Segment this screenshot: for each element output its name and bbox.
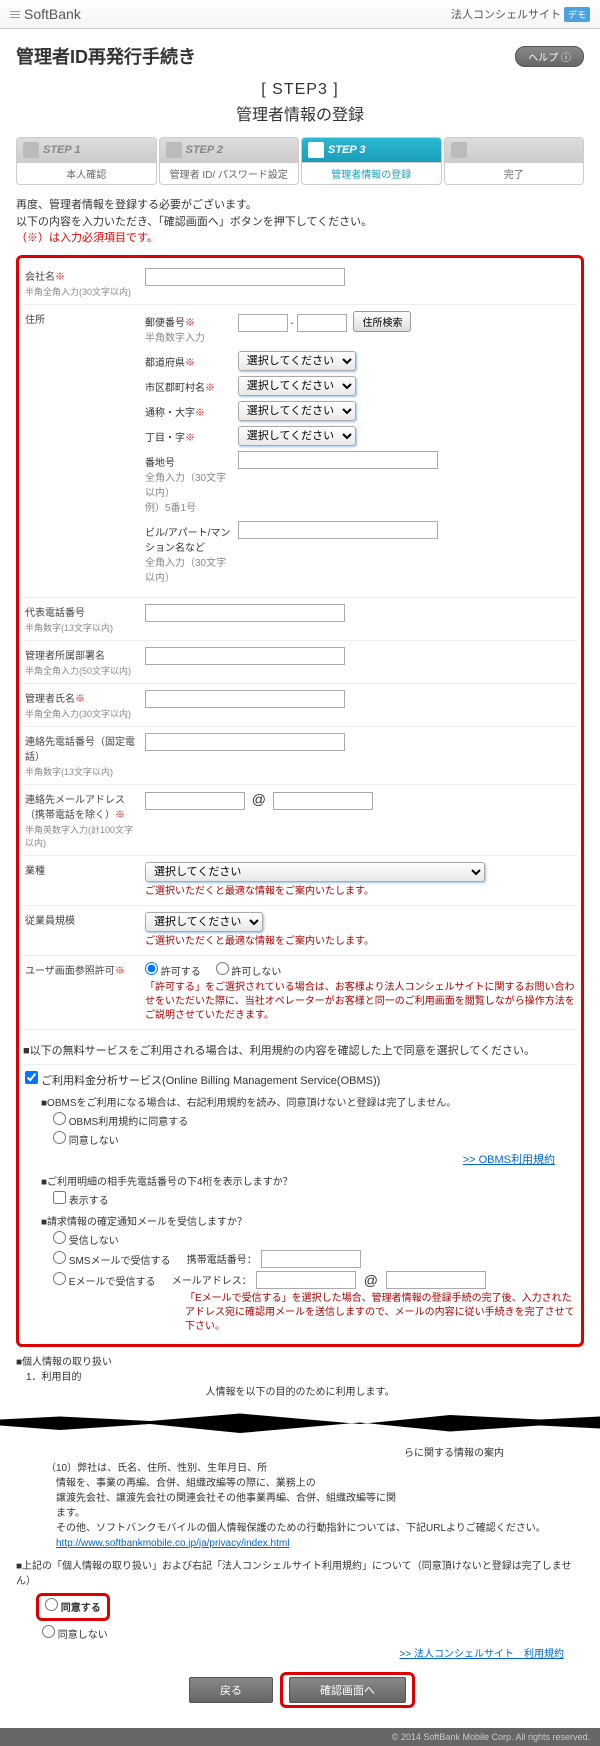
name-label: 管理者氏名※半角全角入力(30文字以内) bbox=[25, 690, 145, 720]
email-domain-input[interactable] bbox=[273, 792, 373, 810]
obms-agree-radio[interactable]: OBMS利用規約に同意する bbox=[53, 1117, 188, 1128]
help-button[interactable]: ヘルプ ⓘ bbox=[515, 46, 584, 67]
privacy-url-link[interactable]: http://www.softbankmobile.co.jp/ja/priva… bbox=[56, 1538, 289, 1549]
pref-select[interactable]: 選択してください bbox=[238, 351, 356, 371]
block-select[interactable]: 選択してください bbox=[238, 426, 356, 446]
back-button[interactable]: 戻る bbox=[189, 1677, 273, 1703]
step-1: STEP 1 本人確認 bbox=[16, 137, 157, 185]
dept-label: 管理者所属部署名半角全角入力(50文字以内) bbox=[25, 647, 145, 677]
agree-yes-radio[interactable]: 同意する bbox=[45, 1603, 101, 1614]
confirm-button[interactable]: 確認画面へ bbox=[289, 1677, 406, 1703]
obms-disagree-radio[interactable]: 同意しない bbox=[53, 1136, 119, 1147]
email-label: 連絡先メールアドレス（携帯電話を除く）※半角英数字入力(計100文字以内) bbox=[25, 791, 145, 849]
dept-input[interactable] bbox=[145, 647, 345, 665]
step-3-active: STEP 3 管理者情報の登録 bbox=[301, 137, 442, 185]
person-icon bbox=[23, 142, 39, 158]
check-icon bbox=[451, 142, 467, 158]
notify-email-local-input[interactable] bbox=[256, 1271, 356, 1289]
obms-checkbox[interactable]: ご利用料金分析サービス(Online Billing Management Se… bbox=[25, 1075, 380, 1087]
form-container: 会社名※ 半角全角入力(30文字以内) 住所 郵便番号※半角数字入力 - 住所検… bbox=[16, 255, 584, 1347]
permit-label: ユーザ画面参照許可※ bbox=[25, 962, 145, 1023]
obms-terms-link[interactable]: >> OBMS利用規約 bbox=[463, 1154, 555, 1166]
street-select[interactable]: 選択してください bbox=[238, 401, 356, 421]
content-break-graphic bbox=[0, 1408, 600, 1438]
sms-number-input[interactable] bbox=[261, 1250, 361, 1268]
site-name: 法人コンシェルサイト デモ bbox=[451, 6, 590, 22]
contact-tel-input[interactable] bbox=[145, 733, 345, 751]
menu-icon bbox=[10, 11, 20, 18]
tel-label: 代表電話番号半角数字(13文字以内) bbox=[25, 604, 145, 634]
site-terms-link[interactable]: >> 法人コンシェルサイト 利用規約 bbox=[400, 1649, 564, 1660]
logo-text: SoftBank bbox=[24, 6, 81, 22]
footer: © 2014 SoftBank Mobile Corp. All rights … bbox=[0, 1728, 600, 1746]
global-header: SoftBank 法人コンシェルサイト デモ bbox=[0, 0, 600, 29]
profile-icon bbox=[308, 142, 324, 158]
contact-tel-label: 連絡先電話番号（固定電話）半角数字(13文字以内) bbox=[25, 733, 145, 778]
receive-sms-radio[interactable]: SMSメールで受信する bbox=[53, 1251, 170, 1267]
permit-yes-radio[interactable]: 許可する bbox=[145, 967, 201, 978]
building-input[interactable] bbox=[238, 521, 438, 539]
privacy-continued: らに関する情報の案内 （10）弊社は、氏名、住所、性別、生年月日、所 情報を、事… bbox=[16, 1446, 584, 1551]
step-4: 完了 bbox=[444, 137, 585, 185]
key-icon bbox=[166, 142, 182, 158]
demo-badge: デモ bbox=[564, 7, 590, 22]
privacy-section: ■個人情報の取り扱い 1．利用目的 人情報を以下の目的のために利用します。 bbox=[16, 1355, 584, 1400]
agree-no-radio[interactable]: 同意しない bbox=[42, 1630, 108, 1641]
notify-email-domain-input[interactable] bbox=[386, 1271, 486, 1289]
zip-search-button[interactable]: 住所検索 bbox=[353, 311, 411, 332]
stepper: STEP 1 本人確認 STEP 2 管理者 ID/ パスワード設定 STEP … bbox=[16, 137, 584, 185]
step-2: STEP 2 管理者 ID/ パスワード設定 bbox=[159, 137, 300, 185]
intro-text: 再度、管理者情報を登録する必要がございます。 以下の内容を入力いただき、「確認画… bbox=[16, 197, 584, 247]
industry-select[interactable]: 選択してください bbox=[145, 862, 485, 882]
scale-select[interactable]: 選択してください bbox=[145, 912, 263, 932]
zip1-input[interactable] bbox=[238, 314, 288, 332]
address-label: 住所 bbox=[25, 311, 145, 591]
city-select[interactable]: 選択してください bbox=[238, 376, 356, 396]
logo: SoftBank bbox=[10, 6, 81, 22]
name-input[interactable] bbox=[145, 690, 345, 708]
permit-no-radio[interactable]: 許可しない bbox=[216, 967, 282, 978]
receive-none-radio[interactable]: 受信しない bbox=[53, 1236, 119, 1247]
receive-email-radio[interactable]: Eメールで受信する bbox=[53, 1272, 155, 1288]
page-title: 管理者ID再発行手続き bbox=[16, 43, 196, 69]
zip2-input[interactable] bbox=[297, 314, 347, 332]
free-service-heading: ■以下の無料サービスをご利用される場合は、利用規約の内容を確認した上で同意を選択… bbox=[23, 1042, 577, 1058]
step-header: [ STEP3 ] 管理者情報の登録 bbox=[16, 81, 584, 125]
scale-label: 従業員規模 bbox=[25, 912, 145, 949]
agree-heading: ■上記の「個人情報の取り扱い」および右記「法人コンシェルサイト利用規約」について… bbox=[16, 1559, 584, 1589]
company-label: 会社名※ 半角全角入力(30文字以内) bbox=[25, 268, 145, 298]
industry-label: 業種 bbox=[25, 862, 145, 899]
company-input[interactable] bbox=[145, 268, 345, 286]
tel-input[interactable] bbox=[145, 604, 345, 622]
email-local-input[interactable] bbox=[145, 792, 245, 810]
address-num-input[interactable] bbox=[238, 451, 438, 469]
show-digits-checkbox[interactable]: 表示する bbox=[53, 1196, 109, 1207]
